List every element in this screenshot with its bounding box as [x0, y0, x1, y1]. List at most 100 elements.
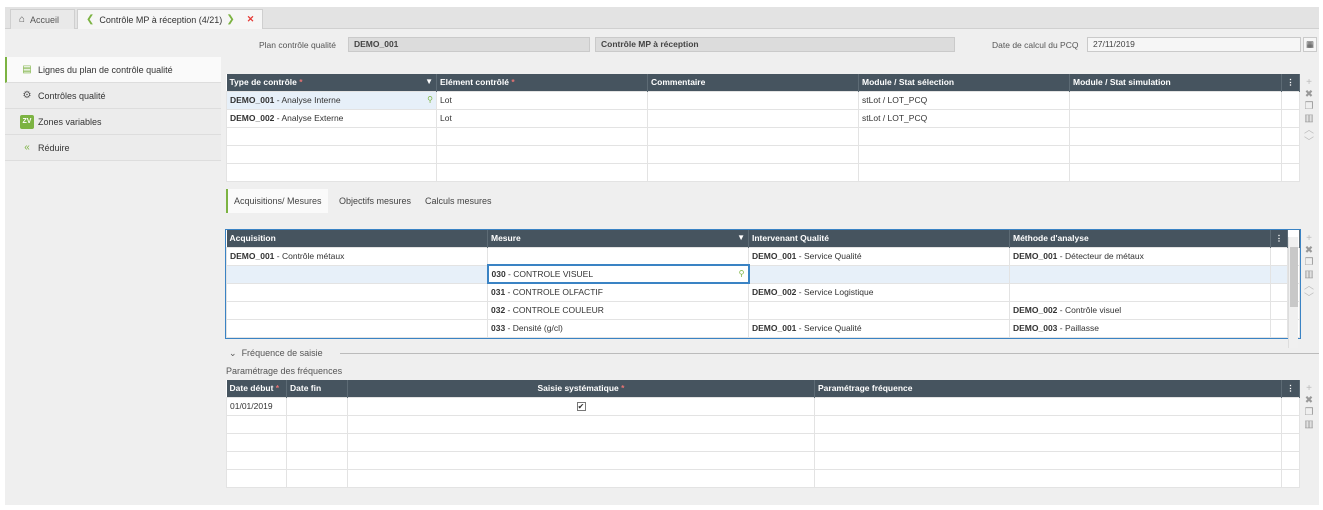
col-methode[interactable]: Méthode d'analyse	[1009, 230, 1271, 247]
cell-start[interactable]: 01/01/2019	[226, 396, 287, 416]
table-row[interactable]: 031 - CONTROLE OLFACTIF DEMO_002 - Servi…	[226, 282, 1300, 302]
table-row[interactable]: DEMO_001 - Analyse Interne ⚲ Lot stLot / …	[226, 90, 1300, 110]
cell-methode[interactable]	[1009, 264, 1271, 284]
cell-stat-sim[interactable]	[1069, 90, 1282, 110]
cell-methode[interactable]: DEMO_003 - Paillasse	[1009, 318, 1271, 338]
col-date-fin[interactable]: Date fin	[286, 380, 348, 397]
tab-active[interactable]: ❮ Contrôle MP à réception (4/21) ❯ ✕	[77, 9, 263, 29]
tab-acquisitions[interactable]: Acquisitions/ Mesures	[226, 189, 328, 213]
table-row[interactable]: 030 - CONTROLE VISUEL ⚲	[226, 264, 1300, 284]
plan-name-field[interactable]: Contrôle MP à réception	[595, 37, 955, 52]
table-row[interactable]: 01/01/2019 ✔	[226, 396, 1300, 416]
tab-calculs[interactable]: Calculs mesures	[419, 189, 498, 213]
copy-icon[interactable]: ❐	[1305, 407, 1314, 419]
cell-intervenant[interactable]	[748, 300, 1010, 320]
table-row-empty[interactable]	[226, 468, 1300, 488]
chevron-right-icon[interactable]: ❯	[226, 14, 234, 25]
cell-comment[interactable]	[647, 90, 859, 110]
col-mesure[interactable]: Mesure ▼	[487, 230, 749, 247]
table-row-empty[interactable]	[226, 450, 1300, 470]
checkbox[interactable]: ✔	[576, 402, 586, 411]
cell-comment[interactable]	[647, 108, 859, 128]
link-icon[interactable]: ⚲	[427, 95, 433, 104]
cell-element[interactable]: Lot	[436, 90, 648, 110]
calendar-icon[interactable]: ▦	[1303, 37, 1317, 52]
add-icon[interactable]: +	[1306, 383, 1312, 395]
cell-mesure[interactable]: 032 - CONTROLE COULEUR	[487, 300, 749, 320]
sidebar-item-reduire[interactable]: « Réduire	[5, 135, 221, 161]
col-commentaire[interactable]: Commentaire	[647, 74, 859, 91]
table-row-empty[interactable]	[226, 162, 1300, 182]
more-icon[interactable]: ⋮	[1281, 380, 1300, 397]
col-type-controle[interactable]: Type de contrôle * ▼	[226, 74, 437, 91]
cell-mesure[interactable]: 031 - CONTROLE OLFACTIF	[487, 282, 749, 302]
trash-icon[interactable]: ▥	[1304, 419, 1313, 431]
cell-acquisition[interactable]: DEMO_001 - Contrôle métaux	[226, 246, 488, 266]
delete-icon[interactable]: ✖	[1305, 395, 1313, 407]
scrollbar-thumb[interactable]	[1290, 247, 1298, 307]
move-up-icon[interactable]: ︿	[1304, 281, 1314, 293]
col-intervenant[interactable]: Intervenant Qualité	[748, 230, 1010, 247]
col-parametrage[interactable]: Paramétrage fréquence	[814, 380, 1282, 397]
plan-code-field[interactable]: DEMO_001	[348, 37, 590, 52]
cell-mesure[interactable]: 033 - Densité (g/cl)	[487, 318, 749, 338]
trash-icon[interactable]: ▥	[1304, 113, 1313, 125]
cell-saisie[interactable]: ✔	[347, 396, 815, 416]
table-row[interactable]: DEMO_001 - Contrôle métaux DEMO_001 - Se…	[226, 246, 1300, 266]
chevron-left-icon[interactable]: ❮	[86, 14, 94, 25]
sidebar-item-controles[interactable]: ⚙ Contrôles qualité	[5, 83, 221, 109]
col-element-controle[interactable]: Elément contrôlé *	[436, 74, 648, 91]
col-stat-selection[interactable]: Module / Stat sélection	[858, 74, 1070, 91]
cell-param[interactable]	[814, 396, 1282, 416]
tab-objectifs[interactable]: Objectifs mesures	[333, 189, 417, 213]
cell-methode[interactable]	[1009, 282, 1271, 302]
cell-acquisition[interactable]	[226, 300, 488, 320]
sidebar-item-lignes[interactable]: ▤ Lignes du plan de contrôle qualité	[5, 57, 221, 83]
delete-icon[interactable]: ✖	[1305, 245, 1313, 257]
cell-acquisition[interactable]	[226, 318, 488, 338]
cell-intervenant[interactable]	[748, 264, 1010, 284]
cell-mesure[interactable]	[487, 246, 749, 266]
col-stat-simulation[interactable]: Module / Stat simulation	[1069, 74, 1282, 91]
table-row-empty[interactable]	[226, 126, 1300, 146]
filter-icon[interactable]: ▼	[425, 77, 433, 86]
chevron-down-icon[interactable]: ⌄	[229, 348, 237, 358]
col-acquisition[interactable]: Acquisition	[226, 230, 488, 247]
move-down-icon[interactable]: ﹀	[1304, 137, 1314, 149]
cell-intervenant[interactable]: DEMO_001 - Service Qualité	[748, 318, 1010, 338]
cell-type[interactable]: DEMO_001 - Analyse Interne ⚲	[226, 90, 437, 110]
cell-stat-sel[interactable]: stLot / LOT_PCQ	[858, 90, 1070, 110]
link-icon[interactable]: ⚲	[739, 269, 745, 278]
cell-stat-sim[interactable]	[1069, 108, 1282, 128]
close-icon[interactable]: ✕	[247, 14, 255, 25]
cell-element[interactable]: Lot	[436, 108, 648, 128]
tab-home[interactable]: ⌂ Accueil	[10, 9, 75, 29]
cell-intervenant[interactable]: DEMO_001 - Service Qualité	[748, 246, 1010, 266]
cell-mesure[interactable]: 030 - CONTROLE VISUEL ⚲	[486, 264, 750, 284]
copy-icon[interactable]: ❐	[1305, 257, 1314, 269]
filter-icon[interactable]: ▼	[737, 233, 745, 242]
trash-icon[interactable]: ▥	[1304, 269, 1313, 281]
cell-stat-sel[interactable]: stLot / LOT_PCQ	[858, 108, 1070, 128]
table-row-empty[interactable]	[226, 414, 1300, 434]
date-field[interactable]: 27/11/2019	[1087, 37, 1301, 52]
delete-icon[interactable]: ✖	[1305, 89, 1313, 101]
col-date-debut[interactable]: Date début *	[226, 380, 287, 397]
more-icon[interactable]: ⋮	[1281, 74, 1300, 91]
vertical-scrollbar[interactable]	[1288, 237, 1298, 348]
copy-icon[interactable]: ❐	[1305, 101, 1314, 113]
table-row-empty[interactable]	[226, 432, 1300, 452]
move-down-icon[interactable]: ﹀	[1304, 293, 1314, 305]
cell-methode[interactable]: DEMO_002 - Contrôle visuel	[1009, 300, 1271, 320]
table-row[interactable]: 033 - Densité (g/cl) DEMO_001 - Service …	[226, 318, 1300, 338]
cell-type[interactable]: DEMO_002 - Analyse Externe	[226, 108, 437, 128]
freq-section-header[interactable]: ⌄ Fréquence de saisie	[229, 348, 323, 359]
table-row-empty[interactable]	[226, 144, 1300, 164]
cell-end[interactable]	[286, 396, 348, 416]
add-icon[interactable]: +	[1306, 77, 1312, 89]
col-saisie[interactable]: Saisie systématique *	[347, 380, 815, 397]
cell-acquisition[interactable]	[226, 282, 488, 302]
cell-methode[interactable]: DEMO_001 - Détecteur de métaux	[1009, 246, 1271, 266]
sidebar-item-zones[interactable]: ZV Zones variables	[5, 109, 221, 135]
cell-intervenant[interactable]: DEMO_002 - Service Logistique	[748, 282, 1010, 302]
